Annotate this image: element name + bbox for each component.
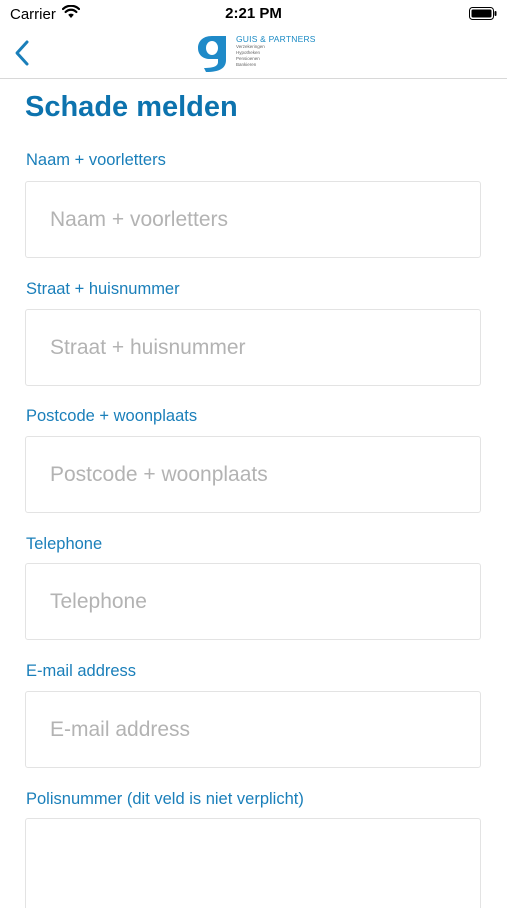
navigation-bar: GUIS & PARTNERS Verzekeringen Hypotheken… xyxy=(0,28,507,79)
chevron-left-icon xyxy=(15,40,29,66)
company-logo: GUIS & PARTNERS Verzekeringen Hypotheken… xyxy=(192,32,316,72)
status-bar: Carrier 2:21 PM xyxy=(0,0,507,28)
email-input[interactable] xyxy=(25,691,481,768)
back-button[interactable] xyxy=(10,38,38,68)
street-input[interactable] xyxy=(25,309,481,386)
email-label: E-mail address xyxy=(26,662,137,680)
postcode-label: Postcode + woonplaats xyxy=(26,407,198,425)
telephone-label: Telephone xyxy=(26,535,103,553)
telephone-input[interactable] xyxy=(25,563,481,640)
street-label: Straat + huisnummer xyxy=(26,280,180,298)
name-label: Naam + voorletters xyxy=(26,151,166,169)
name-input[interactable] xyxy=(25,181,481,258)
logo-g-icon xyxy=(198,36,226,72)
battery-icon xyxy=(469,7,497,24)
status-time: 2:21 PM xyxy=(225,5,282,22)
policy-number-label: Polisnummer (dit veld is niet verplicht) xyxy=(26,790,304,808)
logo-name: GUIS & PARTNERS xyxy=(236,34,316,44)
postcode-input[interactable] xyxy=(25,436,481,513)
logo-tagline-4: Bankieren xyxy=(236,62,257,67)
page-title: Schade melden xyxy=(25,91,238,123)
policy-number-input[interactable] xyxy=(25,818,481,908)
